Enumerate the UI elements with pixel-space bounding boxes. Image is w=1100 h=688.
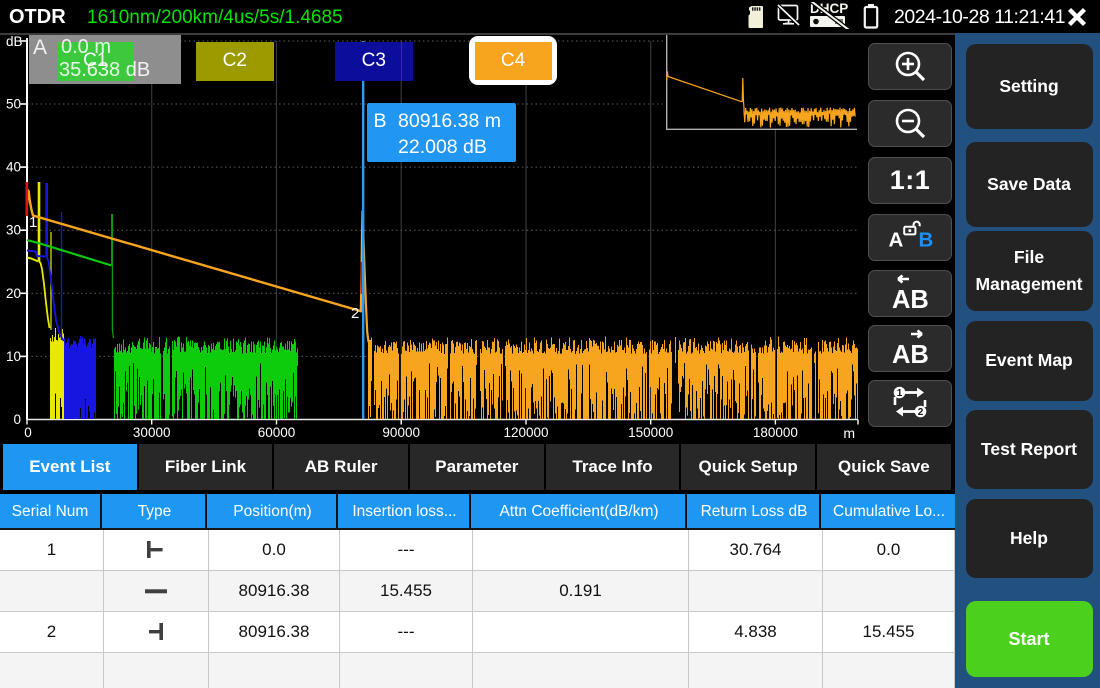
svg-text:AB: AB <box>892 286 929 314</box>
svg-text:A: A <box>889 229 904 252</box>
svg-text:2: 2 <box>351 305 359 322</box>
svg-text:40: 40 <box>6 160 21 175</box>
svg-text:60000: 60000 <box>258 425 296 440</box>
svg-text:1: 1 <box>897 388 903 399</box>
svg-text:50: 50 <box>6 97 21 112</box>
svg-text:1: 1 <box>29 214 37 231</box>
svg-text:150000: 150000 <box>628 425 673 440</box>
svg-text:20: 20 <box>6 286 21 301</box>
svg-text:0: 0 <box>24 425 32 440</box>
svg-text:m: m <box>843 425 855 441</box>
svg-text:90000: 90000 <box>382 425 420 440</box>
svg-text:2: 2 <box>918 407 924 418</box>
svg-text:120000: 120000 <box>503 425 548 440</box>
svg-text:dB: dB <box>6 34 23 49</box>
svg-text:0: 0 <box>13 412 21 427</box>
svg-text:180000: 180000 <box>753 425 798 440</box>
svg-text:30000: 30000 <box>133 425 171 440</box>
svg-text:30: 30 <box>6 223 21 238</box>
svg-text:AB: AB <box>892 341 929 369</box>
svg-text:10: 10 <box>6 349 21 364</box>
svg-text:B: B <box>919 229 934 252</box>
